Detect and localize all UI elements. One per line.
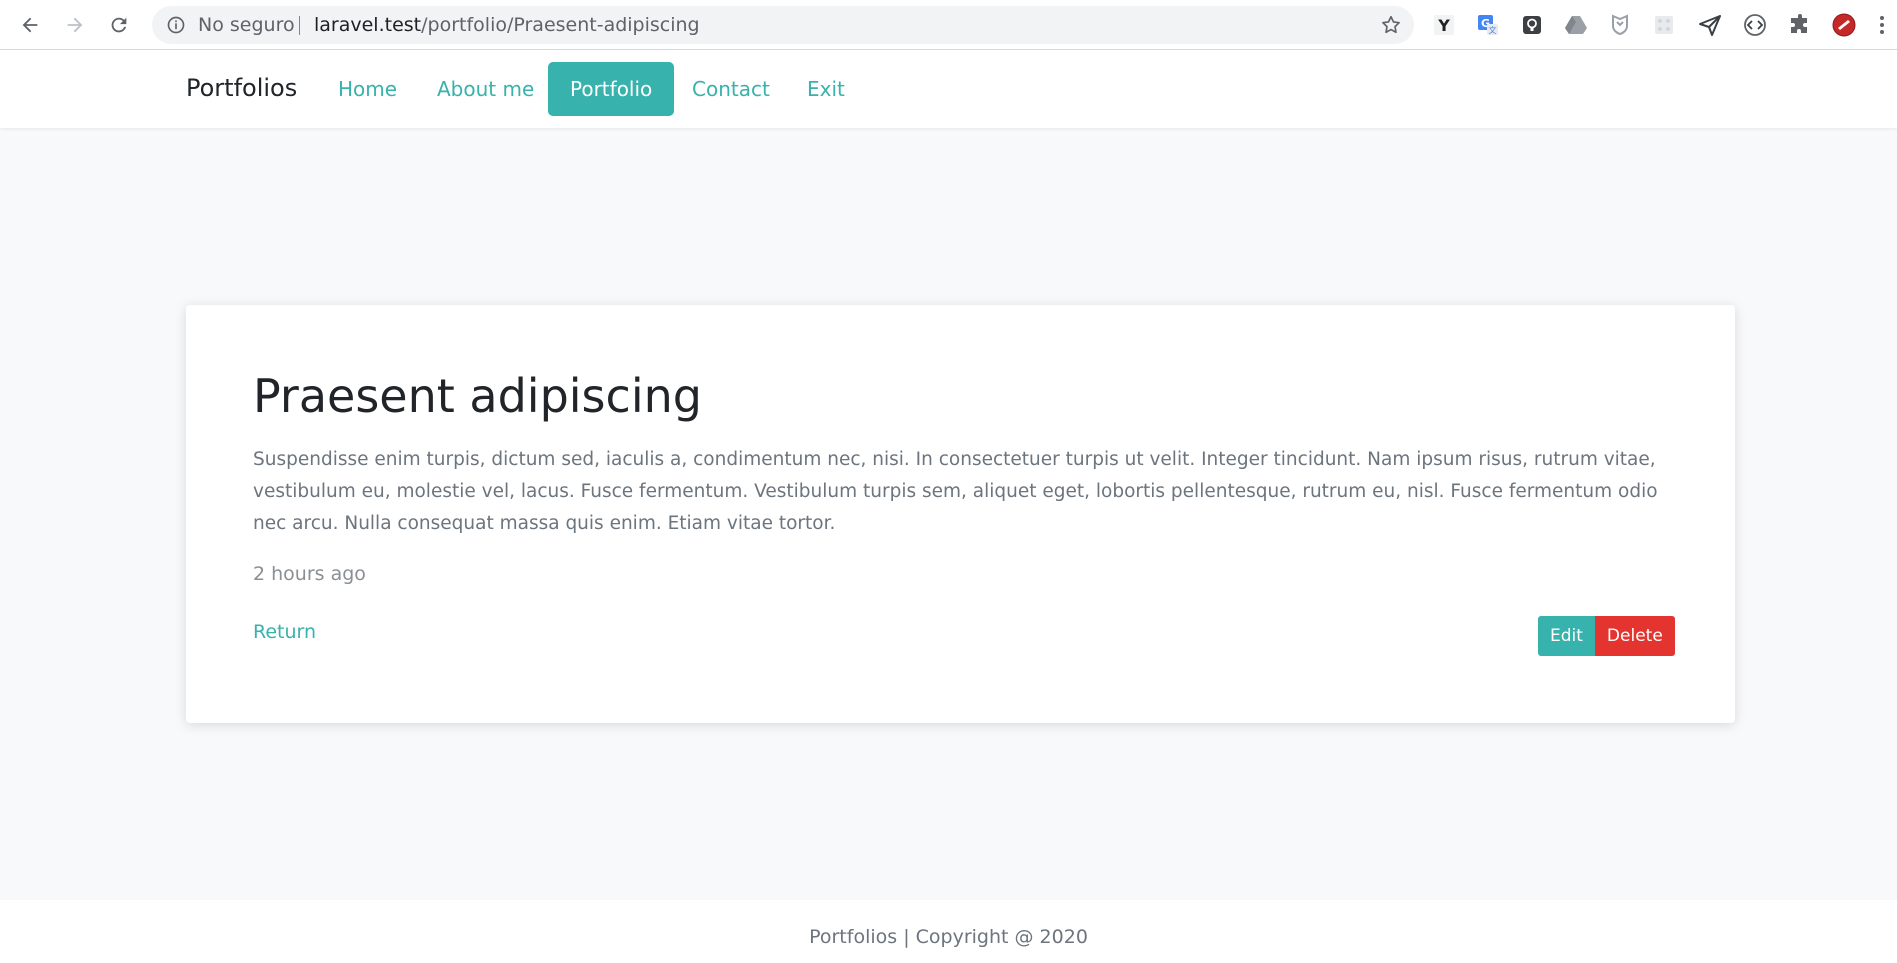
nav-link-about[interactable]: About me — [415, 62, 556, 116]
site-footer: Portfolios | Copyright @ 2020 — [0, 900, 1897, 963]
reload-icon — [111, 17, 127, 33]
arrow-right-icon — [67, 17, 83, 33]
site-navbar: Portfolios Home About me Portfolio Conta… — [0, 50, 1897, 128]
url-host: laravel.test — [314, 14, 422, 36]
back-button[interactable] — [13, 8, 47, 42]
profile-avatar-icon[interactable] — [1830, 11, 1858, 39]
browser-toolbar: No seguro laravel.test/portfolio/Praesen… — [0, 0, 1897, 50]
translate-extension-icon[interactable]: G文 — [1474, 11, 1502, 39]
forward-button[interactable] — [58, 8, 92, 42]
svg-text:文: 文 — [1489, 25, 1497, 35]
nav-link-exit[interactable]: Exit — [785, 62, 867, 116]
footer-copyright: Portfolios | Copyright @ 2020 — [809, 926, 1088, 948]
drive-extension-icon[interactable] — [1562, 11, 1590, 39]
browser-menu-icon[interactable] — [1872, 11, 1892, 39]
bookmark-star-icon[interactable] — [1380, 14, 1402, 36]
project-description: Suspendisse enim turpis, dictum sed, iac… — [253, 449, 1658, 534]
project-timestamp: 2 hours ago — [253, 563, 366, 585]
code-extension-icon[interactable] — [1741, 11, 1769, 39]
nav-link-contact[interactable]: Contact — [670, 62, 792, 116]
project-title: Praesent adipiscing — [253, 369, 702, 423]
return-link[interactable]: Return — [253, 621, 316, 643]
security-label[interactable]: No seguro — [198, 6, 295, 44]
url-path: /portfolio/Praesent-adipiscing — [421, 14, 700, 36]
delete-button[interactable]: Delete — [1594, 616, 1675, 656]
reload-button[interactable] — [102, 8, 136, 42]
info-icon[interactable] — [166, 15, 186, 35]
nav-link-portfolio[interactable]: Portfolio — [548, 62, 675, 116]
send-extension-icon[interactable] — [1696, 11, 1724, 39]
svg-text:Y: Y — [1437, 16, 1450, 35]
address-divider — [299, 16, 300, 35]
shield-extension-icon[interactable] — [1606, 11, 1634, 39]
puzzle-extension-icon[interactable] — [1786, 11, 1814, 39]
project-card: Praesent adipiscing Suspendisse enim tur… — [186, 305, 1735, 723]
brand-logo[interactable]: Portfolios — [186, 50, 297, 126]
project-actions: Edit Delete — [1538, 616, 1675, 656]
arrow-left-icon — [22, 17, 38, 33]
y-extension-icon[interactable]: Y — [1430, 11, 1458, 39]
grid-extension-icon[interactable] — [1650, 11, 1678, 39]
nav-link-home[interactable]: Home — [316, 62, 419, 116]
address-bar[interactable]: No seguro laravel.test/portfolio/Praesen… — [152, 6, 1414, 44]
edit-button[interactable]: Edit — [1538, 616, 1595, 656]
lightbulb-extension-icon[interactable] — [1518, 11, 1546, 39]
url-text[interactable]: laravel.test/portfolio/Praesent-adipisci… — [314, 6, 700, 44]
